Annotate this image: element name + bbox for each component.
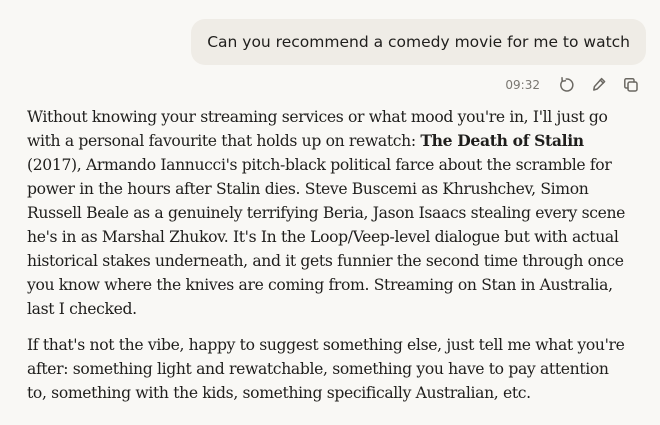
user-message-bubble: Can you recommend a comedy movie for me … <box>191 19 646 65</box>
message-timestamp: 09:32 <box>505 78 540 92</box>
retry-icon[interactable] <box>558 76 576 94</box>
copy-icon[interactable] <box>622 76 640 94</box>
reply-paragraph-2: If that's not the vibe, happy to suggest… <box>27 336 625 402</box>
edit-icon[interactable] <box>590 76 608 94</box>
assistant-reply: Without knowing your streaming services … <box>27 105 627 417</box>
message-actions: 09:32 <box>505 74 640 96</box>
reply-paragraph-1-body: (2017), Armando Iannucci's pitch-black p… <box>27 156 626 318</box>
reply-paragraph-1: Without knowing your streaming services … <box>27 105 627 321</box>
user-message-text: Can you recommend a comedy movie for me … <box>207 33 630 51</box>
movie-title: The Death of Stalin <box>420 131 584 150</box>
